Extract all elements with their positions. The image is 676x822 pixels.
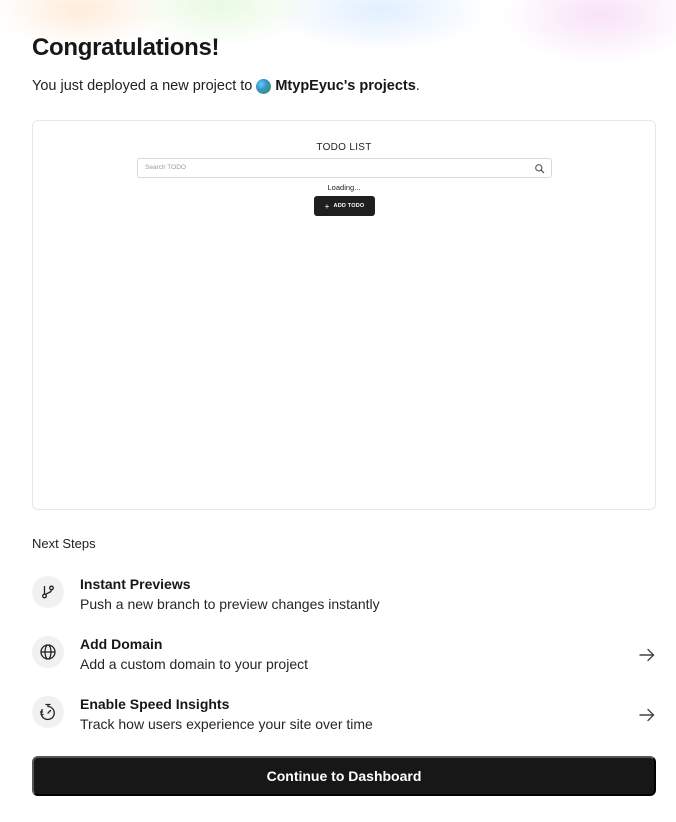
plus-icon: + [324,201,330,211]
preview-search-input: Search TODO [137,158,552,178]
step-title: Instant Previews [80,576,191,592]
page-title: Congratulations! [32,34,220,61]
stopwatch-icon [39,703,55,721]
team-avatar [256,78,272,94]
subtitle-suffix: . [415,78,420,94]
step-icon-container [32,696,64,728]
step-description: Add a custom domain to your project [80,656,309,672]
team-name: MtypEyuc's projects [275,78,416,94]
preview-search-placeholder: Search TODO [145,164,186,171]
search-icon [535,164,545,174]
step-description: Track how users experience your site ove… [80,716,373,732]
step-title: Add Domain [80,636,163,652]
preview-loading-text: Loading... [327,183,361,192]
preview-app-title: TODO LIST [316,142,372,153]
step-icon-container [32,576,64,608]
preview-add-todo-button: + ADD TODO [314,196,375,216]
step-instant-previews: Instant Previews Push a new branch to pr… [32,576,658,626]
deployment-preview[interactable]: TODO LIST Search TODO Loading... + ADD T… [32,120,656,510]
next-steps-heading: Next Steps [32,536,96,551]
deploy-subtitle: You just deployed a new project to MtypE… [32,78,420,94]
step-title: Enable Speed Insights [80,696,230,712]
arrow-right-icon[interactable] [638,646,656,664]
deploy-success-page: Congratulations! You just deployed a new… [0,0,676,822]
continue-to-dashboard-button[interactable]: Continue to Dashboard [32,756,656,796]
subtitle-prefix: You just deployed a new project to [32,78,253,94]
step-icon-container [32,636,64,668]
git-branch-icon [42,585,54,599]
step-enable-speed-insights[interactable]: Enable Speed Insights Track how users ex… [32,696,658,746]
step-add-domain[interactable]: Add Domain Add a custom domain to your p… [32,636,658,686]
preview-add-todo-label: ADD TODO [333,203,365,209]
arrow-right-icon[interactable] [638,706,656,724]
step-description: Push a new branch to preview changes ins… [80,596,380,612]
globe-icon [40,644,56,660]
